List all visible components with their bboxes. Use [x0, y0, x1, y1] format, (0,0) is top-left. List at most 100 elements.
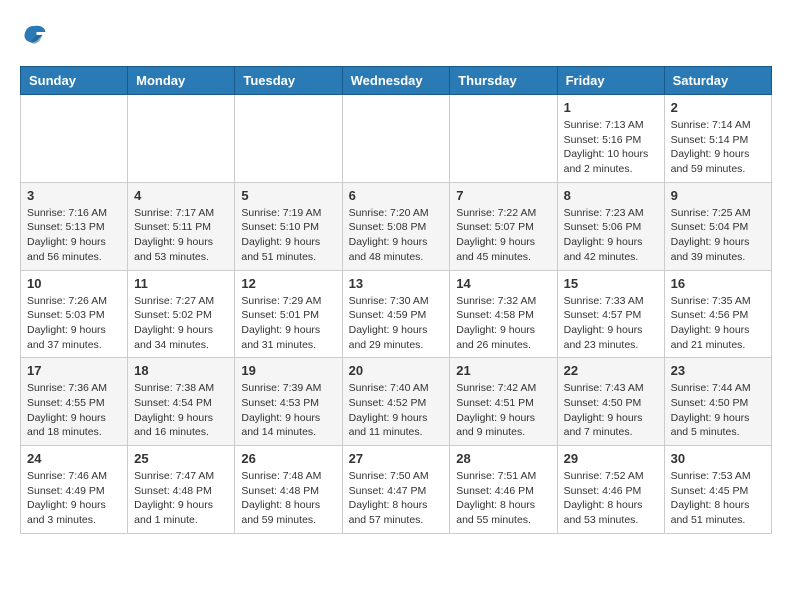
calendar-day-cell: 14 Sunrise: 7:32 AM Sunset: 4:58 PM Dayli… — [450, 270, 557, 358]
day-info: Sunrise: 7:20 AM Sunset: 5:08 PM Dayligh… — [349, 206, 444, 265]
logo — [20, 20, 54, 50]
day-number: 19 — [241, 363, 335, 378]
logo-icon — [20, 20, 50, 50]
day-number: 22 — [564, 363, 658, 378]
calendar-day-cell: 21Sunrise: 7:42 AM Sunset: 4:51 PM Dayli… — [450, 358, 557, 446]
day-info: Sunrise: 7:47 AM Sunset: 4:48 PM Dayligh… — [134, 469, 228, 528]
calendar-day-cell: 5 Sunrise: 7:19 AM Sunset: 5:10 PM Daylig… — [235, 182, 342, 270]
day-number: 7 — [456, 188, 550, 203]
day-number: 14 — [456, 276, 550, 291]
calendar-week-row: 1 Sunrise: 7:13 AM Sunset: 5:16 PM Daylig… — [21, 95, 772, 183]
calendar-day-cell: 26 Sunrise: 7:48 AM Sunset: 4:48 PM Dayli… — [235, 446, 342, 534]
calendar-day-cell: 18 Sunrise: 7:38 AM Sunset: 4:54 PM Dayli… — [128, 358, 235, 446]
day-info: Sunrise: 7:46 AM Sunset: 4:49 PM Dayligh… — [27, 469, 121, 528]
calendar-day-cell: 30 Sunrise: 7:53 AM Sunset: 4:45 PM Dayli… — [664, 446, 771, 534]
day-info: Sunrise: 7:48 AM Sunset: 4:48 PM Dayligh… — [241, 469, 335, 528]
day-info: Sunrise: 7:29 AM Sunset: 5:01 PM Dayligh… — [241, 294, 335, 353]
calendar-day-cell: 9Sunrise: 7:25 AM Sunset: 5:04 PM Daylig… — [664, 182, 771, 270]
day-info: Sunrise: 7:44 AM Sunset: 4:50 PM Dayligh… — [671, 381, 765, 440]
calendar-day-cell: 7 Sunrise: 7:22 AM Sunset: 5:07 PM Daylig… — [450, 182, 557, 270]
calendar-day-cell: 15Sunrise: 7:33 AM Sunset: 4:57 PM Dayli… — [557, 270, 664, 358]
day-number: 25 — [134, 451, 228, 466]
calendar-header-row: SundayMondayTuesdayWednesdayThursdayFrid… — [21, 67, 772, 95]
calendar-table: SundayMondayTuesdayWednesdayThursdayFrid… — [20, 66, 772, 534]
day-info: Sunrise: 7:39 AM Sunset: 4:53 PM Dayligh… — [241, 381, 335, 440]
day-info: Sunrise: 7:51 AM Sunset: 4:46 PM Dayligh… — [456, 469, 550, 528]
day-info: Sunrise: 7:30 AM Sunset: 4:59 PM Dayligh… — [349, 294, 444, 353]
calendar-day-cell — [235, 95, 342, 183]
calendar-week-row: 3 Sunrise: 7:16 AM Sunset: 5:13 PM Daylig… — [21, 182, 772, 270]
calendar-day-cell: 28Sunrise: 7:51 AM Sunset: 4:46 PM Dayli… — [450, 446, 557, 534]
day-info: Sunrise: 7:40 AM Sunset: 4:52 PM Dayligh… — [349, 381, 444, 440]
calendar-day-cell: 3 Sunrise: 7:16 AM Sunset: 5:13 PM Daylig… — [21, 182, 128, 270]
day-info: Sunrise: 7:27 AM Sunset: 5:02 PM Dayligh… — [134, 294, 228, 353]
calendar-day-cell: 13Sunrise: 7:30 AM Sunset: 4:59 PM Dayli… — [342, 270, 450, 358]
day-number: 23 — [671, 363, 765, 378]
day-number: 21 — [456, 363, 550, 378]
calendar-day-cell: 27 Sunrise: 7:50 AM Sunset: 4:47 PM Dayli… — [342, 446, 450, 534]
day-info: Sunrise: 7:23 AM Sunset: 5:06 PM Dayligh… — [564, 206, 658, 265]
calendar-day-cell: 4 Sunrise: 7:17 AM Sunset: 5:11 PM Daylig… — [128, 182, 235, 270]
day-info: Sunrise: 7:17 AM Sunset: 5:11 PM Dayligh… — [134, 206, 228, 265]
calendar-day-cell: 8 Sunrise: 7:23 AM Sunset: 5:06 PM Daylig… — [557, 182, 664, 270]
day-number: 10 — [27, 276, 121, 291]
day-number: 17 — [27, 363, 121, 378]
day-number: 6 — [349, 188, 444, 203]
day-number: 26 — [241, 451, 335, 466]
day-number: 27 — [349, 451, 444, 466]
calendar-week-row: 10 Sunrise: 7:26 AM Sunset: 5:03 PM Dayli… — [21, 270, 772, 358]
day-info: Sunrise: 7:19 AM Sunset: 5:10 PM Dayligh… — [241, 206, 335, 265]
day-info: Sunrise: 7:16 AM Sunset: 5:13 PM Dayligh… — [27, 206, 121, 265]
calendar-day-cell — [450, 95, 557, 183]
day-number: 9 — [671, 188, 765, 203]
day-number: 18 — [134, 363, 228, 378]
calendar-day-cell: 6 Sunrise: 7:20 AM Sunset: 5:08 PM Daylig… — [342, 182, 450, 270]
day-info: Sunrise: 7:53 AM Sunset: 4:45 PM Dayligh… — [671, 469, 765, 528]
calendar-day-cell: 23 Sunrise: 7:44 AM Sunset: 4:50 PM Dayli… — [664, 358, 771, 446]
day-number: 8 — [564, 188, 658, 203]
weekday-header: Wednesday — [342, 67, 450, 95]
day-number: 5 — [241, 188, 335, 203]
day-number: 30 — [671, 451, 765, 466]
weekday-header: Thursday — [450, 67, 557, 95]
calendar-day-cell: 12 Sunrise: 7:29 AM Sunset: 5:01 PM Dayli… — [235, 270, 342, 358]
calendar-day-cell: 22 Sunrise: 7:43 AM Sunset: 4:50 PM Dayli… — [557, 358, 664, 446]
day-info: Sunrise: 7:43 AM Sunset: 4:50 PM Dayligh… — [564, 381, 658, 440]
day-number: 15 — [564, 276, 658, 291]
calendar-day-cell: 1 Sunrise: 7:13 AM Sunset: 5:16 PM Daylig… — [557, 95, 664, 183]
day-number: 4 — [134, 188, 228, 203]
page-header — [20, 20, 772, 50]
day-number: 12 — [241, 276, 335, 291]
calendar-day-cell: 16Sunrise: 7:35 AM Sunset: 4:56 PM Dayli… — [664, 270, 771, 358]
calendar-day-cell: 10 Sunrise: 7:26 AM Sunset: 5:03 PM Dayli… — [21, 270, 128, 358]
day-info: Sunrise: 7:13 AM Sunset: 5:16 PM Dayligh… — [564, 118, 658, 177]
day-info: Sunrise: 7:26 AM Sunset: 5:03 PM Dayligh… — [27, 294, 121, 353]
day-number: 1 — [564, 100, 658, 115]
weekday-header: Saturday — [664, 67, 771, 95]
weekday-header: Tuesday — [235, 67, 342, 95]
day-info: Sunrise: 7:38 AM Sunset: 4:54 PM Dayligh… — [134, 381, 228, 440]
day-info: Sunrise: 7:22 AM Sunset: 5:07 PM Dayligh… — [456, 206, 550, 265]
day-info: Sunrise: 7:32 AM Sunset: 4:58 PM Dayligh… — [456, 294, 550, 353]
calendar-day-cell: 20 Sunrise: 7:40 AM Sunset: 4:52 PM Dayli… — [342, 358, 450, 446]
day-number: 3 — [27, 188, 121, 203]
weekday-header: Sunday — [21, 67, 128, 95]
day-info: Sunrise: 7:36 AM Sunset: 4:55 PM Dayligh… — [27, 381, 121, 440]
calendar-day-cell: 25 Sunrise: 7:47 AM Sunset: 4:48 PM Dayli… — [128, 446, 235, 534]
day-number: 24 — [27, 451, 121, 466]
day-info: Sunrise: 7:14 AM Sunset: 5:14 PM Dayligh… — [671, 118, 765, 177]
calendar-day-cell — [342, 95, 450, 183]
calendar-day-cell: 24 Sunrise: 7:46 AM Sunset: 4:49 PM Dayli… — [21, 446, 128, 534]
calendar-day-cell — [21, 95, 128, 183]
calendar-day-cell: 17 Sunrise: 7:36 AM Sunset: 4:55 PM Dayli… — [21, 358, 128, 446]
day-info: Sunrise: 7:52 AM Sunset: 4:46 PM Dayligh… — [564, 469, 658, 528]
day-number: 20 — [349, 363, 444, 378]
calendar-day-cell — [128, 95, 235, 183]
calendar-day-cell: 19 Sunrise: 7:39 AM Sunset: 4:53 PM Dayli… — [235, 358, 342, 446]
calendar-day-cell: 2 Sunrise: 7:14 AM Sunset: 5:14 PM Daylig… — [664, 95, 771, 183]
day-number: 11 — [134, 276, 228, 291]
calendar-week-row: 24 Sunrise: 7:46 AM Sunset: 4:49 PM Dayli… — [21, 446, 772, 534]
calendar-day-cell: 29Sunrise: 7:52 AM Sunset: 4:46 PM Dayli… — [557, 446, 664, 534]
day-number: 2 — [671, 100, 765, 115]
day-info: Sunrise: 7:50 AM Sunset: 4:47 PM Dayligh… — [349, 469, 444, 528]
